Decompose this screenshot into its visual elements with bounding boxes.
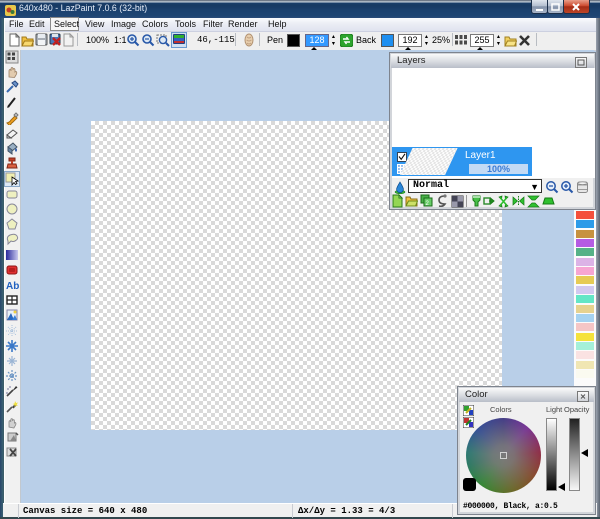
svg-text:Ab: Ab [6,281,19,292]
